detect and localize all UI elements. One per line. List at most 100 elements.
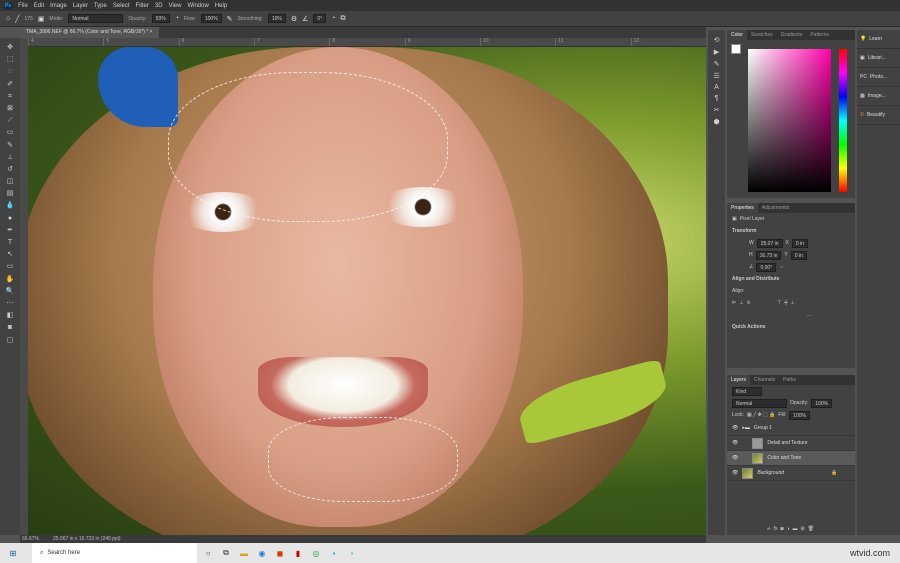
trash-icon[interactable]: 🗑 (808, 526, 814, 532)
task-view-icon[interactable]: ⧉ (219, 548, 233, 558)
tab-gradients[interactable]: Gradients (777, 30, 807, 40)
menu-view[interactable]: View (169, 3, 182, 9)
frame-tool-icon[interactable]: ⊠ (7, 103, 13, 114)
adjust-sliders-icon[interactable]: ☰ (713, 72, 719, 80)
more-options[interactable]: ... (807, 312, 811, 318)
angle-input[interactable]: 0.00° (756, 262, 777, 272)
tab-adjustments[interactable]: Adjustments (758, 203, 794, 213)
menu-file[interactable]: File (18, 3, 28, 9)
color-picker-field[interactable] (748, 49, 831, 192)
home-icon[interactable]: ⌂ (6, 15, 10, 22)
photo-plugin-button[interactable]: PC Photo... (857, 68, 900, 87)
link-icon[interactable]: ∞ (767, 526, 771, 532)
align-header[interactable]: Align and Distribute (732, 276, 780, 282)
move-tool-icon[interactable]: ✥ (7, 42, 13, 53)
symmetry-icon[interactable]: ⧉ (340, 15, 345, 23)
angle-input[interactable]: 0° (313, 14, 327, 23)
gradient-icon[interactable]: ▤ (7, 188, 14, 199)
3d-cube-icon[interactable]: ⬢ (713, 118, 719, 126)
dodge-icon[interactable]: ● (8, 213, 12, 224)
quick-select-icon[interactable]: ✐ (7, 79, 13, 90)
path-select-icon[interactable]: ↖ (7, 249, 13, 260)
windows-start-icon[interactable]: ⊞ (6, 549, 20, 558)
transform-header[interactable]: Transform (732, 228, 756, 234)
quick-mask-icon[interactable]: ◙ (8, 322, 12, 333)
align-left-icon[interactable]: ⊫ (732, 300, 736, 306)
menu-edit[interactable]: Edit (34, 3, 44, 9)
eye-icon[interactable]: 👁 (732, 470, 738, 476)
height-input[interactable]: 16.73 in (755, 250, 782, 260)
history-brush-icon[interactable]: ↺ (7, 164, 13, 175)
pressure-opacity-icon[interactable]: ◔ (175, 15, 179, 22)
paragraph-icon[interactable]: ¶ (715, 95, 719, 102)
shape-tool-icon[interactable]: ▭ (7, 261, 14, 272)
brush-settings-icon[interactable]: ▣ (38, 15, 45, 23)
menu-3d[interactable]: 3D (155, 3, 163, 9)
menu-image[interactable]: Image (50, 3, 67, 9)
mask-icon[interactable]: ◙ (780, 526, 783, 532)
align-middle-icon[interactable]: ┿ (784, 300, 787, 306)
smoothing-input[interactable]: 10% (267, 14, 286, 23)
flow-input[interactable]: 100% (200, 14, 222, 23)
quick-actions-header[interactable]: Quick Actions (732, 324, 765, 330)
flip-icon[interactable]: ⇔ (779, 264, 784, 270)
layer-opacity-input[interactable]: 100% (811, 398, 833, 408)
type-tool-icon[interactable]: T (8, 237, 12, 248)
zoom-level[interactable]: 66.67% (22, 536, 39, 542)
marquee-tool-icon[interactable]: ⬚ (7, 54, 14, 65)
document-tab[interactable]: TMA_3996.NEF @ 66.7% (Color and Tone, RG… (20, 27, 159, 38)
fx-icon[interactable]: fx (774, 526, 778, 532)
actions-play-icon[interactable]: ▶ (714, 48, 719, 56)
layer-row[interactable]: 👁 Background 🔒 (727, 466, 855, 481)
x-input[interactable]: 0 in (791, 238, 808, 248)
layer-row[interactable]: 👁 Detail and Texture (727, 436, 855, 451)
learn-button[interactable]: 💡 Learn (857, 30, 900, 49)
image-canvas[interactable] (28, 47, 706, 535)
taskbar-search[interactable]: ⌕ Search here (32, 543, 197, 563)
align-center-icon[interactable]: ⊥ (739, 300, 743, 306)
width-input[interactable]: 25.07 in (756, 238, 783, 248)
blur-icon[interactable]: 💧 (6, 200, 15, 211)
brush-tool-icon[interactable]: ╱ (15, 15, 19, 23)
screen-mode-icon[interactable]: ▢ (7, 335, 14, 346)
edge-icon[interactable]: ◉ (255, 549, 269, 558)
chrome-icon[interactable]: ◎ (309, 549, 323, 558)
eyedropper-icon[interactable]: ⟋ (8, 115, 13, 126)
brush-settings-icon[interactable]: ✎ (714, 60, 720, 68)
tools-icon[interactable]: ✂ (714, 106, 720, 114)
layer-filter-select[interactable]: Kind (732, 386, 762, 396)
foreground-color-swatch[interactable] (731, 44, 741, 54)
photoshop-taskbar-icon[interactable]: ▪ (327, 549, 341, 558)
opacity-input[interactable]: 50% (151, 14, 170, 23)
fill-input[interactable]: 100% (789, 410, 810, 420)
lasso-tool-icon[interactable]: ◌ (8, 66, 12, 77)
menu-window[interactable]: Window (187, 3, 208, 9)
tab-swatches[interactable]: Swatches (747, 30, 777, 40)
history-icon[interactable]: ⟲ (714, 36, 720, 44)
tab-paths[interactable]: Paths (779, 375, 800, 385)
align-bottom-icon[interactable]: ⊥ (790, 300, 794, 306)
eye-icon[interactable]: 👁 (732, 425, 738, 431)
zoom-tool-icon[interactable]: 🔍 (6, 286, 15, 297)
libraries-button[interactable]: ▣ Librari... (857, 49, 900, 68)
app-icon[interactable]: ▮ (291, 549, 305, 558)
menu-type[interactable]: Type (94, 3, 107, 9)
close-tab-icon[interactable]: × (150, 29, 153, 35)
healing-brush-icon[interactable]: ▭ (7, 127, 14, 138)
layer-row-selected[interactable]: 👁 Color and Tone (727, 451, 855, 466)
align-right-icon[interactable]: ⊪ (747, 300, 751, 306)
layer-row[interactable]: 👁 ▸▬ Group 1 (727, 421, 855, 436)
tab-properties[interactable]: Properties (727, 203, 758, 213)
eye-icon[interactable]: 👁 (732, 440, 738, 446)
mode-select[interactable]: Normal (68, 14, 124, 23)
pressure-size-icon[interactable]: ◔ (331, 15, 335, 22)
tab-patterns[interactable]: Patterns (806, 30, 833, 40)
airbrush-icon[interactable]: ✎ (227, 15, 233, 23)
menu-filter[interactable]: Filter (136, 3, 149, 9)
lightroom-taskbar-icon[interactable]: ▪ (345, 549, 359, 558)
tab-channels[interactable]: Channels (750, 375, 779, 385)
more-tools-icon[interactable]: ⋯ (7, 298, 14, 309)
clone-stamp-icon[interactable]: ⊥ (7, 152, 13, 163)
beautify-button[interactable]: ℬ Beautify (857, 106, 900, 125)
lock-icons[interactable]: ▦ ╱ ✥ ⬚ 🔒 (747, 412, 775, 418)
